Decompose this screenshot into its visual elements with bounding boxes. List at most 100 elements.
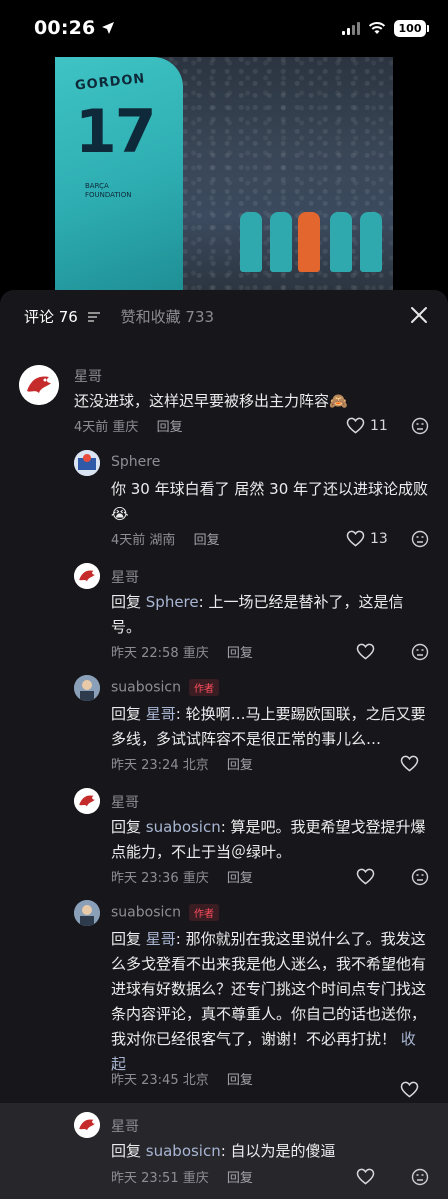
avatar[interactable] (74, 450, 100, 476)
sort-icon[interactable] (87, 311, 101, 323)
reply-button[interactable]: 回复 (194, 533, 220, 548)
battery-icon: 100 (394, 19, 429, 37)
author-name[interactable]: suabosicn (111, 905, 181, 921)
dislike-icon[interactable] (411, 417, 429, 435)
reply-prefix: 回复 (111, 705, 146, 723)
comment-author[interactable]: 星哥 (111, 792, 139, 812)
reply-button[interactable]: 回复 (227, 871, 253, 886)
tab-comments-label: 评论 76 (24, 307, 78, 326)
avatar[interactable] (74, 788, 100, 814)
comment-location: 重庆 (182, 646, 209, 661)
comment-item: 星哥 还没进球，这样迟早要被移出主力阵容🙈 4天前 重庆 回复 11 (0, 362, 448, 442)
comment-location: 北京 (182, 758, 209, 773)
tab-likes-label: 赞和收藏 733 (120, 307, 215, 326)
clock-text: 00:26 (34, 17, 96, 39)
dislike-icon[interactable] (411, 643, 429, 661)
reply-item: 星哥 回复 suabosicn: 自以为是的傻逼 昨天 23:51 重庆 回复 (0, 1112, 448, 1192)
reply-prefix: 回复 (111, 1142, 146, 1160)
reply-button[interactable]: 回复 (227, 758, 253, 773)
like-count: 11 (370, 417, 388, 434)
close-icon[interactable] (408, 304, 430, 326)
author-badge: 作者 (188, 679, 219, 696)
comment-meta: 4天前 重庆 回复 (74, 416, 183, 435)
comment-location: 重庆 (182, 871, 209, 886)
dragon-avatar-icon (74, 788, 100, 814)
avatar[interactable] (19, 365, 59, 405)
reply-button[interactable]: 回复 (227, 646, 253, 661)
heart-icon[interactable] (356, 868, 375, 885)
battery-level: 100 (398, 21, 422, 35)
reply-item: suabosicn 作者 回复 星哥: 轮换啊…马上要踢欧国联，之后又要多线，多试… (0, 675, 448, 780)
dislike-icon[interactable] (411, 1168, 429, 1186)
dragon-avatar-icon (74, 563, 100, 589)
player-figure (360, 212, 382, 272)
reply-item: suabosicn 作者 回复 星哥: 那你就别在我这里说什么了。我发这么多戈登看… (0, 900, 448, 1098)
comment-location: 北京 (182, 1073, 209, 1088)
heart-icon (346, 530, 365, 547)
comment-time: 昨天 22:58 (111, 646, 179, 661)
like-button[interactable]: 13 (346, 530, 388, 547)
mention-link[interactable]: 星哥 (146, 930, 176, 948)
heart-icon[interactable] (400, 755, 419, 772)
author-name[interactable]: suabosicn (111, 680, 181, 696)
avatar[interactable] (74, 675, 100, 701)
mention-link[interactable]: suabosicn (146, 818, 221, 836)
heart-icon[interactable] (400, 1081, 419, 1098)
mention-link[interactable]: 星哥 (146, 705, 176, 723)
avatar[interactable] (74, 1112, 100, 1138)
comment-meta: 昨天 23:36 重庆 回复 (111, 867, 253, 886)
tab-likes[interactable]: 赞和收藏 733 (121, 306, 214, 327)
comment-author[interactable]: Sphere (111, 454, 160, 470)
comment-author[interactable]: 星哥 (111, 567, 139, 587)
mention-link[interactable]: suabosicn (146, 1142, 221, 1160)
comment-text: 回复 星哥: 那你就别在我这里说什么了。我发这么多戈登看不出来我是他人迷么，我不… (111, 927, 429, 1077)
avatar[interactable] (74, 563, 100, 589)
tab-comments[interactable]: 评论 76 (24, 306, 101, 327)
dragon-avatar-icon (19, 365, 59, 405)
comment-author[interactable]: 星哥 (74, 366, 102, 386)
comment-time: 昨天 23:36 (111, 871, 179, 886)
heart-icon[interactable] (356, 643, 375, 660)
comment-time: 4天前 (74, 420, 109, 435)
comment-text: 回复 星哥: 轮换啊…马上要踢欧国联，之后又要多线，多试试阵容不是很正常的事儿么… (111, 702, 427, 752)
status-bar: 00:26 100 (0, 0, 448, 56)
reply-button[interactable]: 回复 (157, 420, 183, 435)
comment-author: suabosicn 作者 (111, 904, 219, 921)
dragon-avatar-icon (74, 1112, 100, 1138)
heart-icon[interactable] (356, 1168, 375, 1185)
panel-tabs: 评论 76 赞和收藏 733 (0, 290, 448, 342)
comment-location: 重庆 (112, 420, 139, 435)
reply-button[interactable]: 回复 (227, 1171, 253, 1186)
reply-item: 星哥 回复 suabosicn: 算是吧。我更希望戈登提升爆点能力，不止于当＠绿… (0, 788, 448, 893)
reply-button[interactable]: 回复 (227, 1073, 253, 1088)
reply-prefix: 回复 (111, 818, 146, 836)
reply-prefix: 回复 (111, 930, 146, 948)
video-player[interactable]: GORDON 17 BARÇA FOUNDATION (55, 57, 393, 290)
reply-prefix: 回复 (111, 593, 146, 611)
reply-content: : 自以为是的傻逼 (220, 1142, 336, 1160)
comment-text: 你 30 年球白看了 居然 30 年了还以进球论成败😭 (111, 480, 429, 523)
mention-link[interactable]: Sphere (146, 593, 199, 611)
comment-text: 回复 suabosicn: 自以为是的傻逼 (111, 1139, 427, 1164)
wifi-icon (368, 22, 386, 34)
comment-meta: 昨天 23:51 重庆 回复 (111, 1167, 253, 1186)
comment-meta: 昨天 23:45 北京 回复 (111, 1069, 253, 1088)
comment-text: 还没进球，这样迟早要被移出主力阵容🙈 (74, 392, 348, 410)
player-figure (298, 212, 320, 272)
author-avatar-icon (74, 900, 100, 926)
avatar[interactable] (74, 900, 100, 926)
author-badge: 作者 (188, 904, 219, 921)
player-figure (330, 212, 352, 272)
player-figure (270, 212, 292, 272)
comment-location: 重庆 (182, 1171, 209, 1186)
comment-text: 回复 suabosicn: 算是吧。我更希望戈登提升爆点能力，不止于当＠绿叶。 (111, 815, 427, 865)
jersey-sponsor: BARÇA FOUNDATION (85, 182, 132, 199)
comment-meta: 4天前 湖南 回复 (111, 529, 220, 548)
comment-meta: 昨天 23:24 北京 回复 (111, 754, 253, 773)
comment-location: 湖南 (149, 533, 176, 548)
dislike-icon[interactable] (411, 868, 429, 886)
comment-time: 昨天 23:24 (111, 758, 179, 773)
like-button[interactable]: 11 (346, 417, 388, 434)
dislike-icon[interactable] (411, 530, 429, 548)
comment-author[interactable]: 星哥 (111, 1116, 139, 1136)
